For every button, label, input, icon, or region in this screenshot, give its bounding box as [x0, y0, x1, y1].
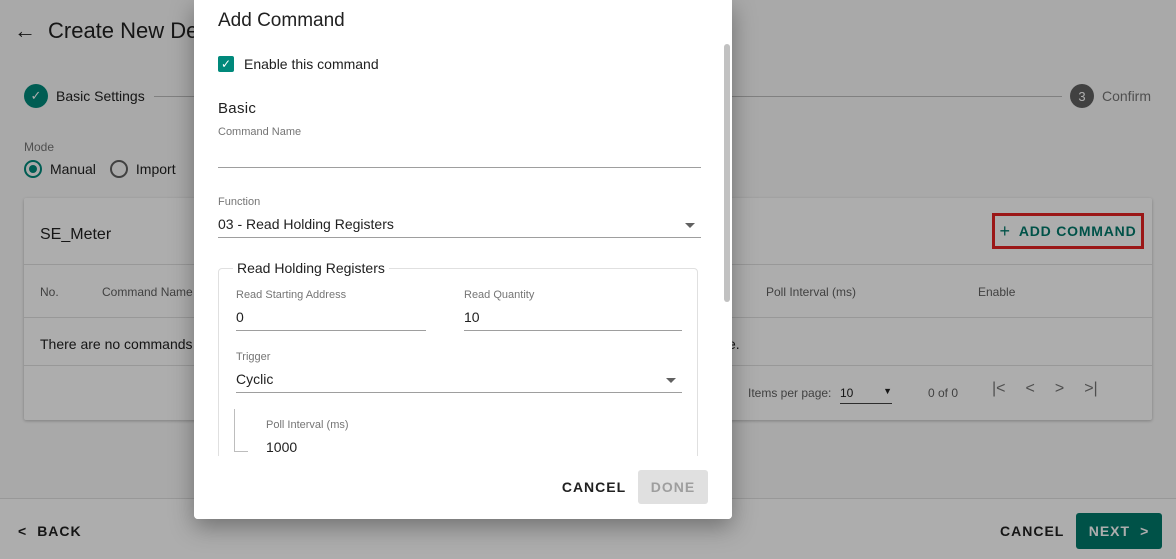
enable-command-checkbox[interactable]: ✓ Enable this command [218, 56, 379, 72]
field-label: Read Quantity [464, 289, 535, 301]
dialog-actions: CANCEL DONE [194, 456, 732, 519]
dropdown-arrow-icon [685, 223, 695, 228]
add-command-dialog: Add Command ✓ Enable this command Basic … [194, 0, 732, 519]
read-holding-registers-group: Read Holding Registers Read Starting Add… [218, 260, 698, 456]
group-title: Read Holding Registers [233, 260, 389, 276]
read-quantity-input[interactable]: 10 [464, 309, 682, 325]
field-underline [464, 330, 682, 331]
command-name-field[interactable]: Command Name [218, 126, 701, 168]
read-starting-address-field[interactable]: Read Starting Address 0 [236, 289, 426, 331]
function-select[interactable]: Function 03 - Read Holding Registers [218, 196, 701, 238]
field-underline [218, 237, 701, 238]
dialog-cancel-button[interactable]: CANCEL [558, 470, 630, 504]
field-label: Read Starting Address [236, 289, 347, 301]
poll-interval-input[interactable]: 1000 [266, 439, 446, 455]
field-label: Command Name [218, 126, 302, 138]
poll-interval-field[interactable]: Poll Interval (ms) 1000 [266, 419, 446, 456]
subgroup-connector [234, 409, 235, 451]
dialog-scrollbar[interactable] [724, 44, 730, 302]
checkbox-checked-icon: ✓ [218, 56, 234, 72]
dialog-title: Add Command [218, 10, 345, 31]
trigger-select[interactable]: Trigger Cyclic [236, 351, 682, 393]
dialog-content: ✓ Enable this command Basic Command Name… [194, 44, 732, 456]
field-underline [218, 167, 701, 168]
field-underline [236, 392, 682, 393]
read-quantity-field[interactable]: Read Quantity 10 [464, 289, 682, 331]
dialog-done-button[interactable]: DONE [638, 470, 708, 504]
trigger-value: Cyclic [236, 371, 274, 387]
field-label: Poll Interval (ms) [266, 419, 349, 431]
field-label: Function [218, 196, 261, 208]
dropdown-arrow-icon [666, 378, 676, 383]
section-heading-basic: Basic [218, 100, 257, 117]
function-value: 03 - Read Holding Registers [218, 216, 394, 232]
read-starting-address-input[interactable]: 0 [236, 309, 426, 325]
checkbox-label: Enable this command [244, 56, 379, 72]
subgroup-connector [234, 451, 248, 452]
field-underline [236, 330, 426, 331]
field-label: Trigger [236, 351, 271, 363]
